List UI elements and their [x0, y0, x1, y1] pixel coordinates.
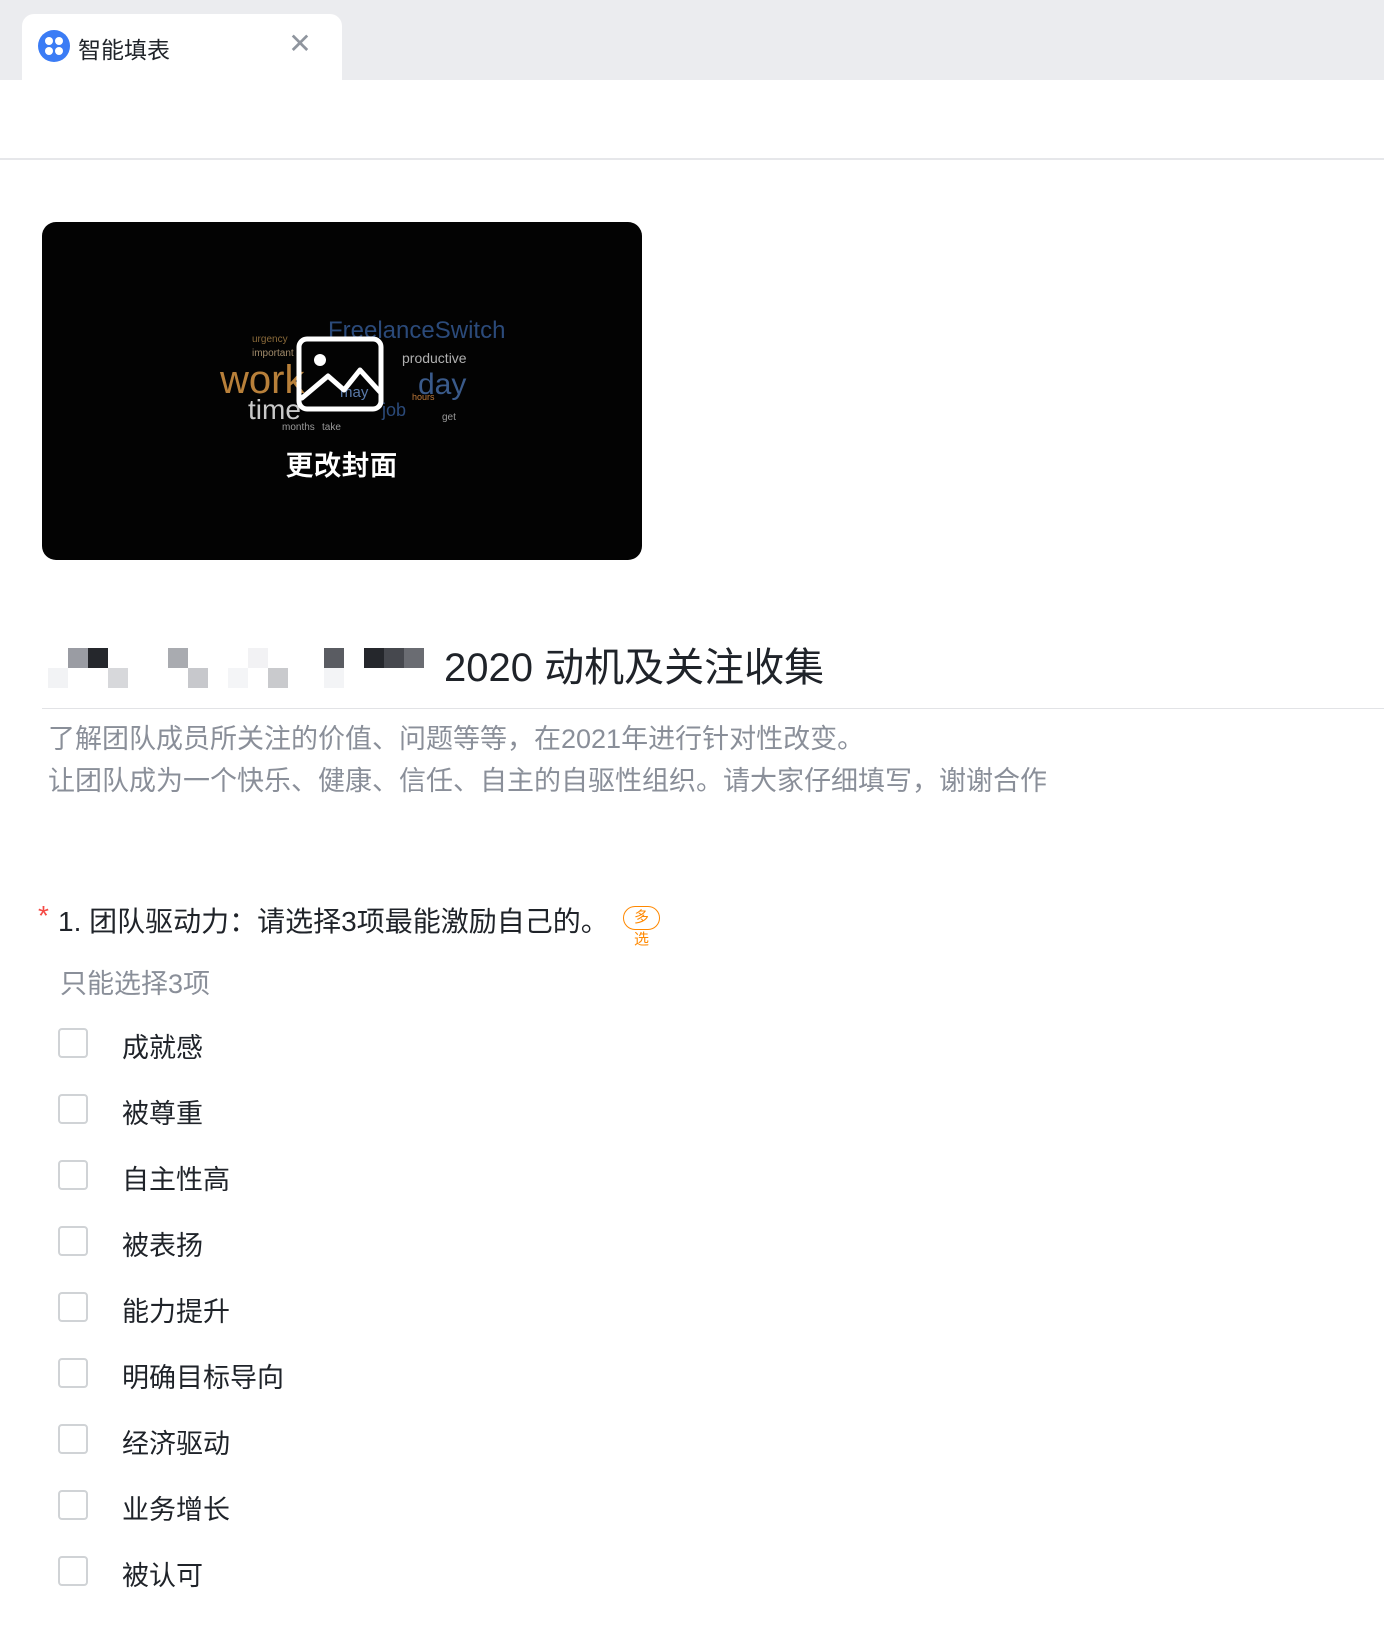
- option-item[interactable]: 业务增长: [58, 1488, 658, 1528]
- image-icon: [296, 336, 384, 412]
- option-item[interactable]: 被认可: [58, 1554, 658, 1594]
- checkbox[interactable]: [58, 1226, 88, 1256]
- option-item[interactable]: 能力提升: [58, 1290, 658, 1330]
- question-hint: 只能选择3项: [60, 969, 211, 999]
- close-icon[interactable]: ✕: [284, 28, 316, 60]
- option-label: 能力提升: [122, 1297, 230, 1327]
- option-label: 被表扬: [122, 1231, 203, 1261]
- multi-select-badge: 多选: [623, 906, 661, 948]
- tab-bar: 智能填表 ✕: [0, 0, 1384, 80]
- checkbox[interactable]: [58, 1490, 88, 1520]
- title-divider: [42, 708, 1384, 709]
- checkbox[interactable]: [58, 1292, 88, 1322]
- change-cover-button[interactable]: 更改封面: [42, 444, 642, 483]
- required-mark: *: [38, 900, 49, 931]
- redacted-title-prefix: [48, 640, 438, 692]
- tab-title: 智能填表: [78, 37, 170, 63]
- checkbox[interactable]: [58, 1358, 88, 1388]
- option-item[interactable]: 成就感: [58, 1026, 658, 1066]
- option-item[interactable]: 被尊重: [58, 1092, 658, 1132]
- description-line: 了解团队成员所关注的价值、问题等等，在2021年进行针对性改变。: [48, 724, 865, 754]
- cover-image[interactable]: FreelanceSwitch urgency important work t…: [42, 222, 642, 560]
- option-label: 被认可: [122, 1561, 203, 1591]
- form-description[interactable]: 了解团队成员所关注的价值、问题等等，在2021年进行针对性改变。 让团队成为一个…: [48, 718, 1047, 802]
- option-item[interactable]: 自主性高: [58, 1158, 658, 1198]
- toolbar-divider: [0, 158, 1384, 160]
- option-label: 成就感: [122, 1033, 203, 1063]
- checkbox[interactable]: [58, 1094, 88, 1124]
- option-item[interactable]: 明确目标导向: [58, 1356, 658, 1396]
- checkbox[interactable]: [58, 1028, 88, 1058]
- option-label: 自主性高: [122, 1165, 230, 1195]
- option-label: 经济驱动: [122, 1429, 230, 1459]
- tab-smart-form[interactable]: 智能填表 ✕: [22, 14, 342, 80]
- checkbox[interactable]: [58, 1556, 88, 1586]
- description-line: 让团队成为一个快乐、健康、信任、自主的自驱性组织。请大家仔细填写，谢谢合作: [48, 766, 1047, 796]
- form-title[interactable]: 2020 动机及关注收集: [444, 635, 824, 693]
- option-label: 被尊重: [122, 1099, 203, 1129]
- checkbox[interactable]: [58, 1424, 88, 1454]
- question-title[interactable]: 1. 团队驱动力：请选择3项最能激励自己的。: [58, 900, 609, 940]
- app-logo-icon: [38, 30, 70, 62]
- option-label: 明确目标导向: [122, 1363, 284, 1393]
- checkbox[interactable]: [58, 1160, 88, 1190]
- option-label: 业务增长: [122, 1495, 230, 1525]
- option-item[interactable]: 被表扬: [58, 1224, 658, 1264]
- option-item[interactable]: 经济驱动: [58, 1422, 658, 1462]
